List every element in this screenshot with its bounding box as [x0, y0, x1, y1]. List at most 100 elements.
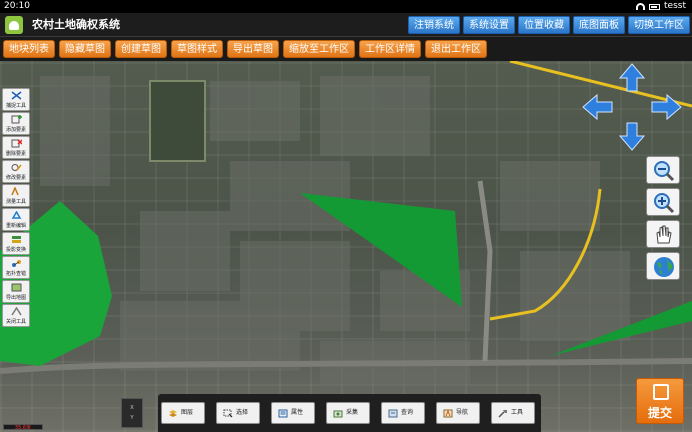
- select-button[interactable]: 选择: [216, 402, 260, 424]
- mini-box-y: Y: [130, 415, 134, 421]
- map-overlay: [0, 61, 692, 386]
- export-map-icon: [11, 283, 22, 292]
- pan-arrows: [582, 63, 682, 151]
- hide-sketch-button[interactable]: 隐藏草图: [59, 40, 111, 58]
- topology-icon: [12, 260, 21, 267]
- logout-button[interactable]: 注销系统: [408, 16, 460, 34]
- right-map-tools: [646, 156, 680, 280]
- pan-left-arrow-icon[interactable]: [582, 93, 613, 121]
- status-bar: 20:10 tesst: [0, 0, 692, 13]
- layers-icon: [169, 410, 177, 417]
- sports-field: [149, 80, 206, 162]
- parcel-list-button[interactable]: 地块列表: [3, 40, 55, 58]
- select-icon: [223, 409, 233, 418]
- attributes-icon: [278, 409, 288, 418]
- edit-feature-icon: [11, 164, 22, 171]
- zoom-in-icon: [654, 193, 675, 214]
- mini-box-x: X: [130, 405, 134, 411]
- bottom-toolbar: 图层 选择 属性 采集 查询 导航 工具: [158, 394, 541, 432]
- recycle-icon: [11, 211, 22, 219]
- tools-icon: [498, 410, 507, 418]
- attributes-label: 属性: [291, 409, 304, 416]
- projection-transform-label: 投影变换: [5, 247, 26, 253]
- app-title: 农村土地确权系统: [32, 18, 120, 31]
- measure-icon: [11, 187, 19, 196]
- delete-feature-icon: [11, 139, 22, 148]
- close-tools-label: 关闭工具: [5, 319, 26, 325]
- vertical-road: [477, 180, 493, 362]
- close-tools-button[interactable]: 关闭工具: [2, 304, 30, 327]
- zoom-out-icon: [654, 161, 675, 182]
- query-label: 查询: [401, 409, 414, 416]
- workspace-toolbar: 地块列表 隐藏草图 创建草图 草图样式 导出草图 缩放至工作区 工作区详情 退出…: [0, 37, 692, 61]
- submit-button[interactable]: 提交: [636, 378, 684, 424]
- submit-edit-icon: [653, 384, 669, 400]
- edit-feature-label: 修改要素: [5, 175, 26, 181]
- building-blocks: [40, 76, 630, 386]
- coordinate-mini-box: X Y: [121, 398, 143, 428]
- collect-label: 采集: [346, 409, 359, 416]
- exit-workspace-button[interactable]: 退出工作区: [425, 40, 487, 58]
- hand-icon: [656, 225, 672, 244]
- snap-tool-label: 捕捉工具: [5, 103, 26, 109]
- topology-check-label: 拓扑查错: [5, 271, 26, 277]
- submit-label: 提交: [647, 406, 672, 420]
- add-feature-button[interactable]: 添加要素: [2, 112, 30, 135]
- scale-bar: 35.6米: [3, 424, 43, 431]
- battery-icon: [649, 3, 661, 10]
- globe-icon: [654, 257, 674, 277]
- navigation-label: 导航: [456, 409, 469, 416]
- collect-button[interactable]: 采集: [326, 402, 370, 424]
- export-map-button[interactable]: 导出地图: [2, 280, 30, 303]
- pan-hand-button[interactable]: [646, 220, 680, 248]
- switch-workspace-button[interactable]: 切换工作区: [628, 16, 690, 34]
- system-buttons: 注销系统 系统设置 位置收藏 底图面板 切换工作区: [408, 16, 690, 34]
- satellite-map[interactable]: [0, 61, 692, 432]
- attributes-button[interactable]: 属性: [271, 402, 315, 424]
- edit-feature-button[interactable]: 修改要素: [2, 160, 30, 183]
- measure-tool-button[interactable]: 测量工具: [2, 184, 30, 207]
- system-settings-button[interactable]: 系统设置: [463, 16, 515, 34]
- snap-icon: [11, 91, 22, 100]
- title-bar: 农村土地确权系统 注销系统 系统设置 位置收藏 底图面板 切换工作区: [0, 13, 692, 37]
- left-tool-column: 捕捉工具 添加要素 删除要素 修改要素 测量工具 重新编辑 投影变换 拓扑查错 …: [2, 88, 30, 327]
- delete-feature-button[interactable]: 删除要素: [2, 136, 30, 159]
- zoom-to-workspace-button[interactable]: 缩放至工作区: [283, 40, 355, 58]
- close-tools-icon: [11, 307, 22, 316]
- full-extent-button[interactable]: [646, 252, 680, 280]
- wifi-icon: [636, 3, 646, 10]
- pan-down-arrow-icon[interactable]: [618, 122, 646, 151]
- workspace-details-button[interactable]: 工作区详情: [359, 40, 421, 58]
- sketch-style-button[interactable]: 草图样式: [171, 40, 223, 58]
- projection-icon: [12, 236, 21, 243]
- add-feature-label: 添加要素: [5, 127, 26, 133]
- topology-check-button[interactable]: 拓扑查错: [2, 256, 30, 279]
- query-icon: [388, 409, 398, 418]
- re-edit-label: 重新编辑: [5, 223, 26, 229]
- navigation-button[interactable]: 导航: [436, 402, 480, 424]
- create-sketch-button[interactable]: 创建草图: [115, 40, 167, 58]
- zoom-out-button[interactable]: [646, 156, 680, 184]
- layers-button[interactable]: 图层: [161, 402, 205, 424]
- basemap-panel-button[interactable]: 底图面板: [573, 16, 625, 34]
- pan-up-arrow-icon[interactable]: [618, 63, 646, 92]
- export-map-label: 导出地图: [5, 295, 26, 301]
- tools-button[interactable]: 工具: [491, 402, 535, 424]
- navigation-icon: [443, 409, 453, 418]
- location-favorites-button[interactable]: 位置收藏: [518, 16, 570, 34]
- android-app-icon: [5, 16, 23, 34]
- status-time: 20:10: [4, 1, 30, 11]
- zoom-in-button[interactable]: [646, 188, 680, 216]
- status-user: tesst: [664, 1, 686, 11]
- snap-tool-button[interactable]: 捕捉工具: [2, 88, 30, 111]
- query-button[interactable]: 查询: [381, 402, 425, 424]
- export-sketch-button[interactable]: 导出草图: [227, 40, 279, 58]
- projection-transform-button[interactable]: 投影变换: [2, 232, 30, 255]
- add-feature-icon: [11, 115, 22, 124]
- collect-icon: [333, 410, 343, 418]
- tools-label: 工具: [511, 409, 524, 416]
- select-label: 选择: [236, 409, 249, 416]
- re-edit-button[interactable]: 重新编辑: [2, 208, 30, 231]
- measure-tool-label: 测量工具: [5, 199, 26, 205]
- yellow-road-top: [509, 61, 692, 108]
